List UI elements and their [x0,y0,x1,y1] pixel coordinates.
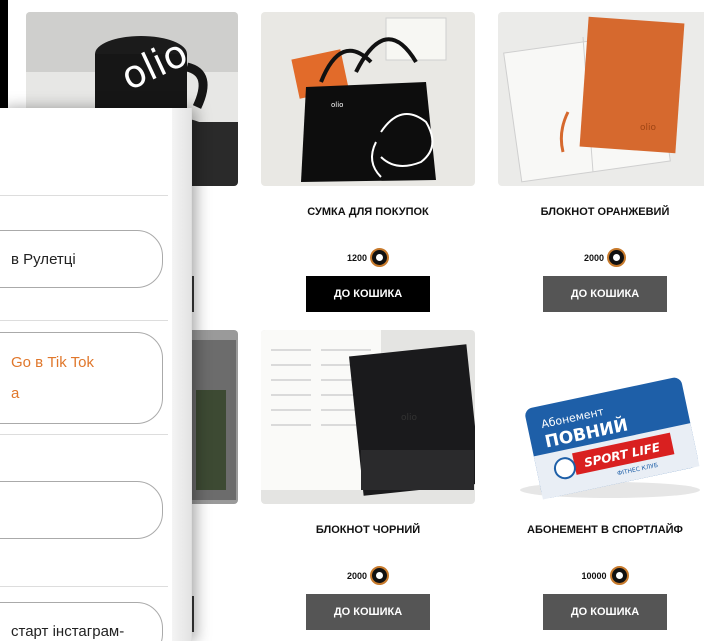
orange-notebook-image[interactable]: olio [498,12,704,186]
product-price: 10000 [498,566,704,585]
task-tiktok-button[interactable]: Go в Tik Tok а [0,332,163,424]
task-label-line1: Go в Tik Tok [11,354,94,371]
product-card-orange-notebook: olio БЛОКНОТ ОРАНЖЕВИЙ 2000 ДО КОШИКА [498,12,704,322]
panel-scroll-edge [172,108,191,641]
product-title: СУМКА ДЛЯ ПОКУПОК [307,206,429,218]
svg-text:olio: olio [401,413,418,423]
coin-icon [370,566,390,585]
task-label: в Рулетці [11,250,76,268]
product-card-tote-bag: olio СУМКА ДЛЯ ПОКУПОК 1200 ДО КОШИКА [261,12,475,322]
task-label-line2: а [11,385,20,402]
task-roulette-button[interactable]: в Рулетці [0,230,163,288]
divider [0,195,168,196]
divider [0,320,168,321]
product-price: 2000 [261,566,475,585]
tasks-overlay-panel: в Рулетці Go в Tik Tok а старт інстаграм… [0,108,192,641]
svg-text:olio: olio [640,123,657,133]
divider [0,586,168,587]
product-title: БЛОКНОТ ЧОРНИЙ [315,524,421,536]
sport-life-card-image[interactable]: Абонемент ПОВНИЙ SPORT LIFE ФІТНЕС КЛУБ [498,330,704,504]
coin-icon [607,248,627,267]
price-value: 1200 [346,252,368,263]
price-value: 2000 [583,252,605,263]
coin-icon [609,566,629,585]
add-to-cart-button[interactable]: ДО КОШИКА [306,276,430,312]
add-to-cart-button[interactable]: ДО КОШИКА [543,594,667,630]
coin-icon [370,248,390,267]
product-price: 1200 [261,248,475,267]
task-instagram-button[interactable]: старт інстаграм- [0,602,163,641]
task-button-empty[interactable] [0,481,163,539]
product-title: БЛОКНОТ ОРАНЖЕВИЙ [540,206,670,218]
price-value: 2000 [346,570,368,581]
product-price: 2000 [498,248,704,267]
product-card-black-notebook: olio БЛОКНОТ ЧОРНИЙ 2000 ДО КОШИКА [261,330,475,640]
tote-bag-image[interactable]: olio [261,12,475,186]
price-value: 10000 [581,570,607,581]
product-title: АБОНЕМЕНТ В СПОРТЛАЙФ [527,524,683,536]
add-to-cart-button[interactable]: ДО КОШИКА [306,594,430,630]
divider [0,434,168,435]
svg-text:olio: olio [331,101,343,109]
task-label: старт інстаграм- [11,622,125,640]
black-notebook-image[interactable]: olio [261,330,475,504]
add-to-cart-button[interactable]: ДО КОШИКА [543,276,667,312]
product-card-sport-life: Абонемент ПОВНИЙ SPORT LIFE ФІТНЕС КЛУБ … [498,330,704,640]
